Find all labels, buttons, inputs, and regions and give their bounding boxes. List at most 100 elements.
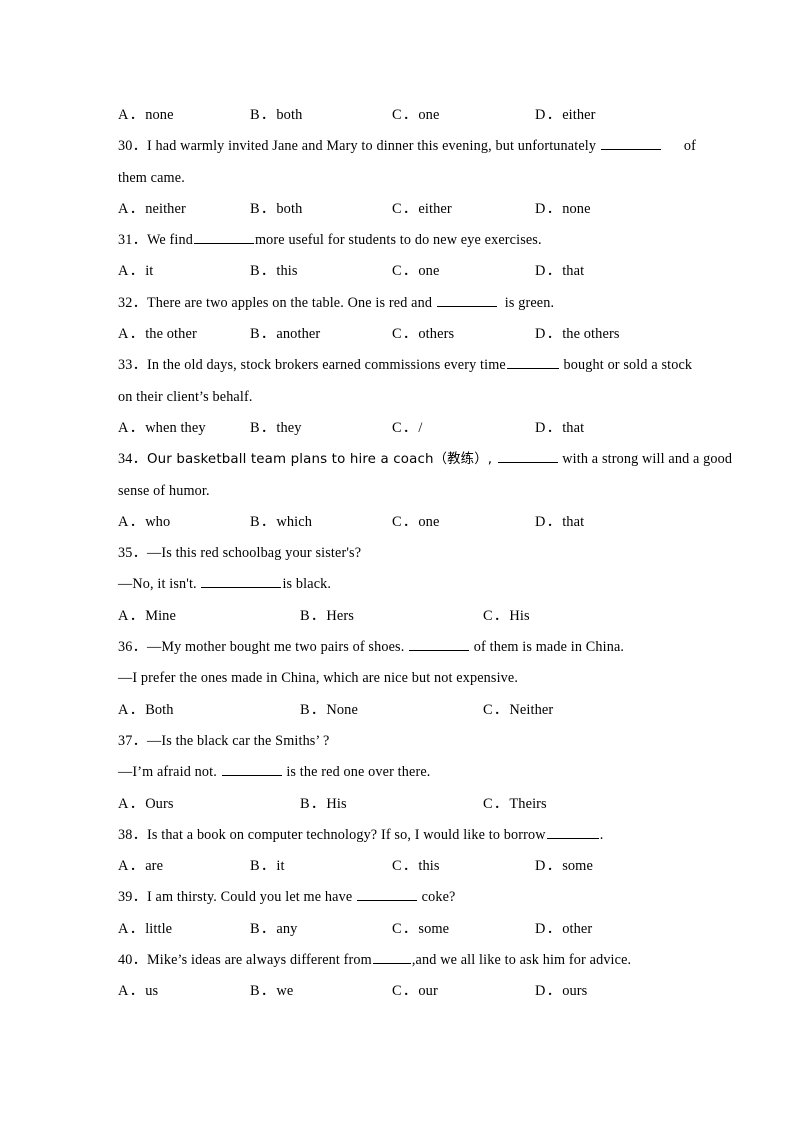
option-a[interactable]: A．when they bbox=[118, 413, 206, 444]
answer-blank[interactable] bbox=[546, 825, 599, 839]
option-a[interactable]: A．little bbox=[118, 914, 172, 945]
option-a[interactable]: A．it bbox=[118, 256, 153, 287]
question-text-tail: of them is made in China. bbox=[470, 639, 625, 656]
option-value: that bbox=[562, 419, 585, 436]
options-row: A．little B．any C．some D．other bbox=[118, 914, 698, 945]
question-number: 40． bbox=[118, 952, 147, 969]
option-label: B． bbox=[250, 419, 277, 436]
option-d[interactable]: D．some bbox=[535, 851, 593, 882]
question-30: 30．I had warmly invited Jane and Mary to… bbox=[118, 131, 698, 162]
option-b[interactable]: B．None bbox=[300, 695, 358, 726]
option-value: either bbox=[418, 200, 452, 217]
option-b[interactable]: B．another bbox=[250, 319, 320, 350]
answer-blank[interactable] bbox=[497, 449, 558, 464]
option-value: some bbox=[418, 920, 450, 937]
question-number: 34． bbox=[118, 451, 147, 468]
option-b[interactable]: B．His bbox=[300, 789, 347, 820]
option-value: that bbox=[562, 263, 585, 280]
option-d[interactable]: D．that bbox=[535, 413, 584, 444]
question-number: 30． bbox=[118, 138, 147, 155]
answer-blank[interactable] bbox=[201, 574, 282, 589]
option-value: another bbox=[276, 326, 321, 343]
option-label: C． bbox=[392, 200, 419, 217]
option-a[interactable]: A．Ours bbox=[118, 789, 174, 820]
option-c[interactable]: C．either bbox=[392, 194, 452, 225]
question-text-tail: more useful for students to do new eye e… bbox=[255, 232, 542, 249]
option-d[interactable]: D．none bbox=[535, 194, 591, 225]
option-label: D． bbox=[535, 513, 563, 530]
option-label: A． bbox=[118, 795, 146, 812]
option-d[interactable]: D．that bbox=[535, 256, 584, 287]
option-label: B． bbox=[250, 200, 277, 217]
answer-blank[interactable] bbox=[409, 637, 470, 652]
answer-blank[interactable] bbox=[600, 136, 661, 151]
option-a[interactable]: A．are bbox=[118, 851, 163, 882]
answer-blank[interactable] bbox=[506, 355, 559, 370]
question-text: —Is the black car the Smiths’ ? bbox=[146, 732, 330, 749]
option-c[interactable]: C．one bbox=[392, 100, 439, 131]
option-c[interactable]: C．His bbox=[483, 601, 530, 632]
option-b[interactable]: B．Hers bbox=[300, 601, 354, 632]
option-c[interactable]: C．one bbox=[392, 507, 439, 538]
option-value: this bbox=[276, 263, 298, 280]
option-value: Mine bbox=[145, 607, 176, 624]
option-c[interactable]: C．some bbox=[392, 914, 449, 945]
option-a[interactable]: A．neither bbox=[118, 194, 186, 225]
answer-blank[interactable] bbox=[194, 230, 254, 245]
option-label: A． bbox=[118, 107, 146, 123]
option-b[interactable]: B．both bbox=[250, 194, 302, 225]
option-value: others bbox=[418, 326, 455, 343]
option-a[interactable]: A．none bbox=[118, 100, 174, 131]
option-label: A． bbox=[118, 263, 146, 280]
option-label: D． bbox=[535, 983, 563, 1000]
option-b[interactable]: B．any bbox=[250, 914, 297, 945]
option-c[interactable]: C．this bbox=[392, 851, 440, 882]
option-b[interactable]: B．both bbox=[250, 100, 302, 131]
option-d[interactable]: D．the others bbox=[535, 319, 620, 350]
option-b[interactable]: B．it bbox=[250, 851, 285, 882]
question-39: 39．I am thirsty. Could you let me have c… bbox=[118, 882, 698, 913]
option-label: B． bbox=[250, 513, 277, 530]
option-label: D． bbox=[535, 107, 563, 123]
answer-blank[interactable] bbox=[372, 950, 411, 965]
option-label: D． bbox=[535, 326, 563, 343]
option-value: both bbox=[276, 200, 303, 217]
option-b[interactable]: B．which bbox=[250, 507, 312, 538]
option-c[interactable]: C．our bbox=[392, 976, 438, 1007]
option-label: C． bbox=[483, 607, 510, 624]
option-b[interactable]: B．this bbox=[250, 256, 298, 287]
option-d[interactable]: D．either bbox=[535, 100, 596, 131]
option-c[interactable]: C．Theirs bbox=[483, 789, 547, 820]
option-label: C． bbox=[392, 858, 419, 875]
question-number: 36． bbox=[118, 639, 147, 656]
question-number: 38． bbox=[118, 826, 147, 843]
option-label: B． bbox=[250, 263, 277, 280]
option-c[interactable]: C．/ bbox=[392, 413, 423, 444]
option-a[interactable]: A．us bbox=[118, 976, 158, 1007]
option-b[interactable]: B．they bbox=[250, 413, 302, 444]
option-a[interactable]: A．who bbox=[118, 507, 170, 538]
option-a[interactable]: A．Both bbox=[118, 695, 174, 726]
option-b[interactable]: B．we bbox=[250, 976, 293, 1007]
option-label: B． bbox=[300, 607, 327, 624]
option-c[interactable]: C．Neither bbox=[483, 695, 553, 726]
option-d[interactable]: D．that bbox=[535, 507, 584, 538]
option-d[interactable]: D．other bbox=[535, 914, 592, 945]
option-a[interactable]: A．the other bbox=[118, 319, 197, 350]
option-d[interactable]: D．ours bbox=[535, 976, 587, 1007]
answer-blank[interactable] bbox=[356, 887, 417, 902]
answer-blank[interactable] bbox=[221, 762, 282, 777]
option-label: D． bbox=[535, 419, 563, 436]
option-c[interactable]: C．one bbox=[392, 256, 439, 287]
option-c[interactable]: C．others bbox=[392, 319, 454, 350]
option-value: one bbox=[418, 107, 440, 123]
question-34-continuation: sense of humor. bbox=[118, 476, 698, 507]
question-30-continuation: them came. bbox=[118, 163, 698, 194]
option-a[interactable]: A．Mine bbox=[118, 601, 176, 632]
option-value: us bbox=[145, 983, 159, 1000]
option-value: ours bbox=[562, 983, 588, 1000]
question-36-continuation: —I prefer the ones made in China, which … bbox=[118, 663, 698, 694]
option-label: C． bbox=[483, 701, 510, 718]
answer-blank[interactable] bbox=[436, 293, 497, 307]
option-label: A． bbox=[118, 419, 146, 436]
